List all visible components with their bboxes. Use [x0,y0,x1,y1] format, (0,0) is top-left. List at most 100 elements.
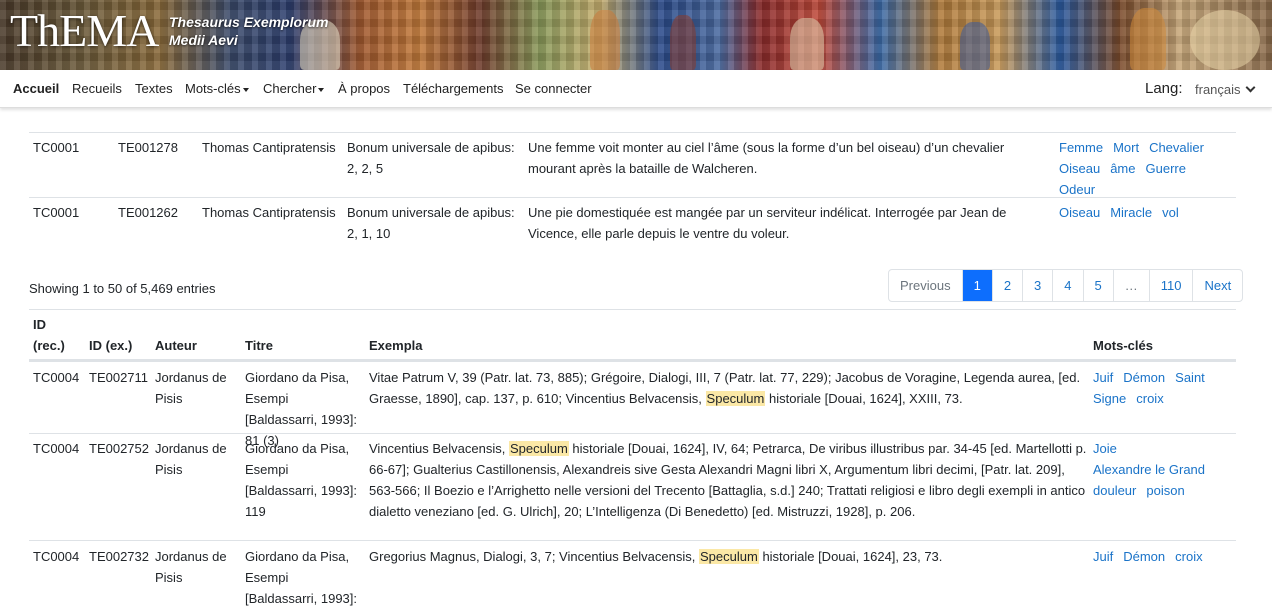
pagination-page-4[interactable]: 4 [1052,270,1082,301]
keyword-link[interactable]: Juif [1093,546,1113,567]
exemplum-id-link[interactable]: TE002752 [89,438,149,459]
keyword-link[interactable]: Saint [1175,367,1205,388]
lang-label: Lang: [1145,80,1183,97]
exempla-text: Gregorius Magnus, Dialogi, 3, 7; Vincent… [369,549,696,564]
header-titre[interactable]: Titre [245,335,273,356]
search-highlight: Speculum [699,549,759,564]
exemplum-id-link[interactable]: TE002732 [89,546,149,567]
pagination-page-3[interactable]: 3 [1022,270,1052,301]
exempla-cell: Gregorius Magnus, Dialogi, 3, 7; Vincent… [369,546,1081,567]
keyword-link[interactable]: Oiseau [1059,158,1100,179]
header-exempla[interactable]: Exempla [369,335,422,356]
keyword-link[interactable]: Démon [1123,546,1165,567]
search-highlight: Speculum [508,441,569,456]
keyword-link[interactable]: Guerre [1146,158,1186,179]
exempla-text: Vincentius Belvacensis, [369,441,506,456]
pagination-previous[interactable]: Previous [889,270,962,301]
record-id-link[interactable]: TC0004 [33,438,79,459]
keyword-link[interactable]: croix [1175,546,1202,567]
main-navbar: Accueil Recueils Textes Mots-clés Cherch… [0,70,1272,108]
exempla-text: historiale [Douai, 1624], 23, 73. [762,549,943,564]
keywords-cell: Juif Démon Saint Signe croix [1093,367,1238,409]
exempla-cell: Une femme voit monter au ciel l’âme (sou… [528,140,1005,176]
keyword-link[interactable]: Oiseau [1059,202,1100,223]
keyword-link[interactable]: Démon [1123,367,1165,388]
keyword-link[interactable]: Chevalier [1149,137,1204,158]
keyword-link[interactable]: Joie [1093,438,1117,459]
table-row: TC0004 TE002752 Jordanus de Pisis Giorda… [29,433,1236,540]
site-logo[interactable]: ThEMA [10,8,159,54]
keyword-link[interactable]: douleur [1093,480,1136,501]
nav-accueil[interactable]: Accueil [13,81,59,96]
header-banner: ThEMA Thesaurus Exemplorum Medii Aevi [0,0,1272,70]
auteur-cell: Jordanus de Pisis [155,370,227,406]
exemplum-id-link[interactable]: TE001262 [118,202,178,223]
subtitle-line-1: Thesaurus Exemplorum [169,14,329,30]
nav-a-propos[interactable]: À propos [338,81,390,96]
keyword-link[interactable]: Miracle [1110,202,1152,223]
record-id-link[interactable]: TC0004 [33,546,79,567]
chevron-down-icon [1245,82,1255,93]
nav-telechargements[interactable]: Téléchargements [403,81,503,96]
language-select-value: français [1195,82,1241,97]
header-id-rec[interactable]: ID (rec.) [33,314,65,356]
keyword-link[interactable]: vol [1162,202,1179,223]
table-info: Showing 1 to 50 of 5,469 entries [29,281,216,296]
subtitle-line-2: Medii Aevi [169,32,238,48]
header-id-ex[interactable]: ID (ex.) [89,335,132,356]
nav-mots-cles-label: Mots-clés [185,81,241,96]
keyword-link[interactable]: Femme [1059,137,1103,158]
table-header: ID (rec.) ID (ex.) Auteur Titre Exempla … [29,309,1236,361]
keyword-link[interactable]: Alexandre le Grand [1093,459,1205,480]
search-highlight: Speculum [705,391,766,406]
header-id-rec-line1: ID [33,317,46,332]
nav-chercher-dropdown[interactable]: Chercher [263,81,325,96]
keyword-link[interactable]: Signe [1093,388,1126,409]
keyword-link[interactable]: Mort [1113,137,1139,158]
exempla-cell: Vincentius Belvacensis, Speculum histori… [369,438,1089,522]
pagination-page-110[interactable]: 110 [1148,270,1193,301]
keywords-cell: Oiseau Miracle vol [1059,202,1239,223]
pagination-ellipsis: … [1112,270,1149,301]
caret-down-icon [242,87,249,92]
nav-textes[interactable]: Textes [135,81,173,96]
language-select[interactable]: français [1195,82,1255,97]
header-mots-cles[interactable]: Mots-clés [1093,335,1153,356]
auteur-cell: Thomas Cantipratensis [202,140,336,155]
table-row: TC0001 TE001262 Thomas Cantipratensis Bo… [29,197,1236,253]
keywords-cell: Juif Démon croix [1093,546,1238,567]
record-id-link[interactable]: TC0001 [33,202,79,223]
exemplum-id-link[interactable]: TE002711 [89,367,148,388]
pagination-page-2[interactable]: 2 [991,270,1022,301]
exemplum-id-link[interactable]: TE001278 [118,137,178,158]
nav-se-connecter[interactable]: Se connecter [515,81,592,96]
titre-cell: Bonum universale de apibus: 2, 2, 5 [347,140,515,176]
header-id-rec-line2: (rec.) [33,338,65,353]
pagination-next[interactable]: Next [1192,270,1242,301]
nav-chercher-label: Chercher [263,81,317,96]
keyword-link[interactable]: croix [1136,388,1163,409]
auteur-cell: Jordanus de Pisis [155,441,227,477]
table-row: TC0001 TE001278 Thomas Cantipratensis Bo… [29,132,1236,197]
pagination: Previous 1 2 3 4 5 … 110 Next [888,269,1244,302]
auteur-cell: Jordanus de Pisis [155,549,227,585]
exempla-cell: Une pie domestiquée est mangée par un se… [528,205,1007,241]
pagination-page-1[interactable]: 1 [961,270,992,301]
keywords-cell: Femme Mort ChevalierOiseau âme GuerreOdeur [1059,137,1239,200]
keyword-link[interactable]: Juif [1093,367,1113,388]
keyword-link[interactable]: âme [1110,158,1135,179]
keywords-cell: JoieAlexandre le Granddouleur poison [1093,438,1238,501]
header-auteur[interactable]: Auteur [155,335,197,356]
titre-cell: Giordano da Pisa, Esempi [Baldassarri, 1… [245,549,358,606]
record-id-link[interactable]: TC0004 [33,367,79,388]
exempla-cell: Vitae Patrum V, 39 (Patr. lat. 73, 885);… [369,367,1081,409]
pagination-page-5[interactable]: 5 [1082,270,1113,301]
auteur-cell: Thomas Cantipratensis [202,205,336,220]
record-id-link[interactable]: TC0001 [33,137,79,158]
exempla-text: historiale [Douai, 1624], XXIII, 73. [768,391,963,406]
keyword-link[interactable]: poison [1146,480,1184,501]
site-subtitle: Thesaurus Exemplorum Medii Aevi [169,13,329,49]
nav-recueils[interactable]: Recueils [72,81,122,96]
nav-mots-cles-dropdown[interactable]: Mots-clés [185,81,249,96]
table-row: TC0004 TE002711 Jordanus de Pisis Giorda… [29,361,1238,448]
